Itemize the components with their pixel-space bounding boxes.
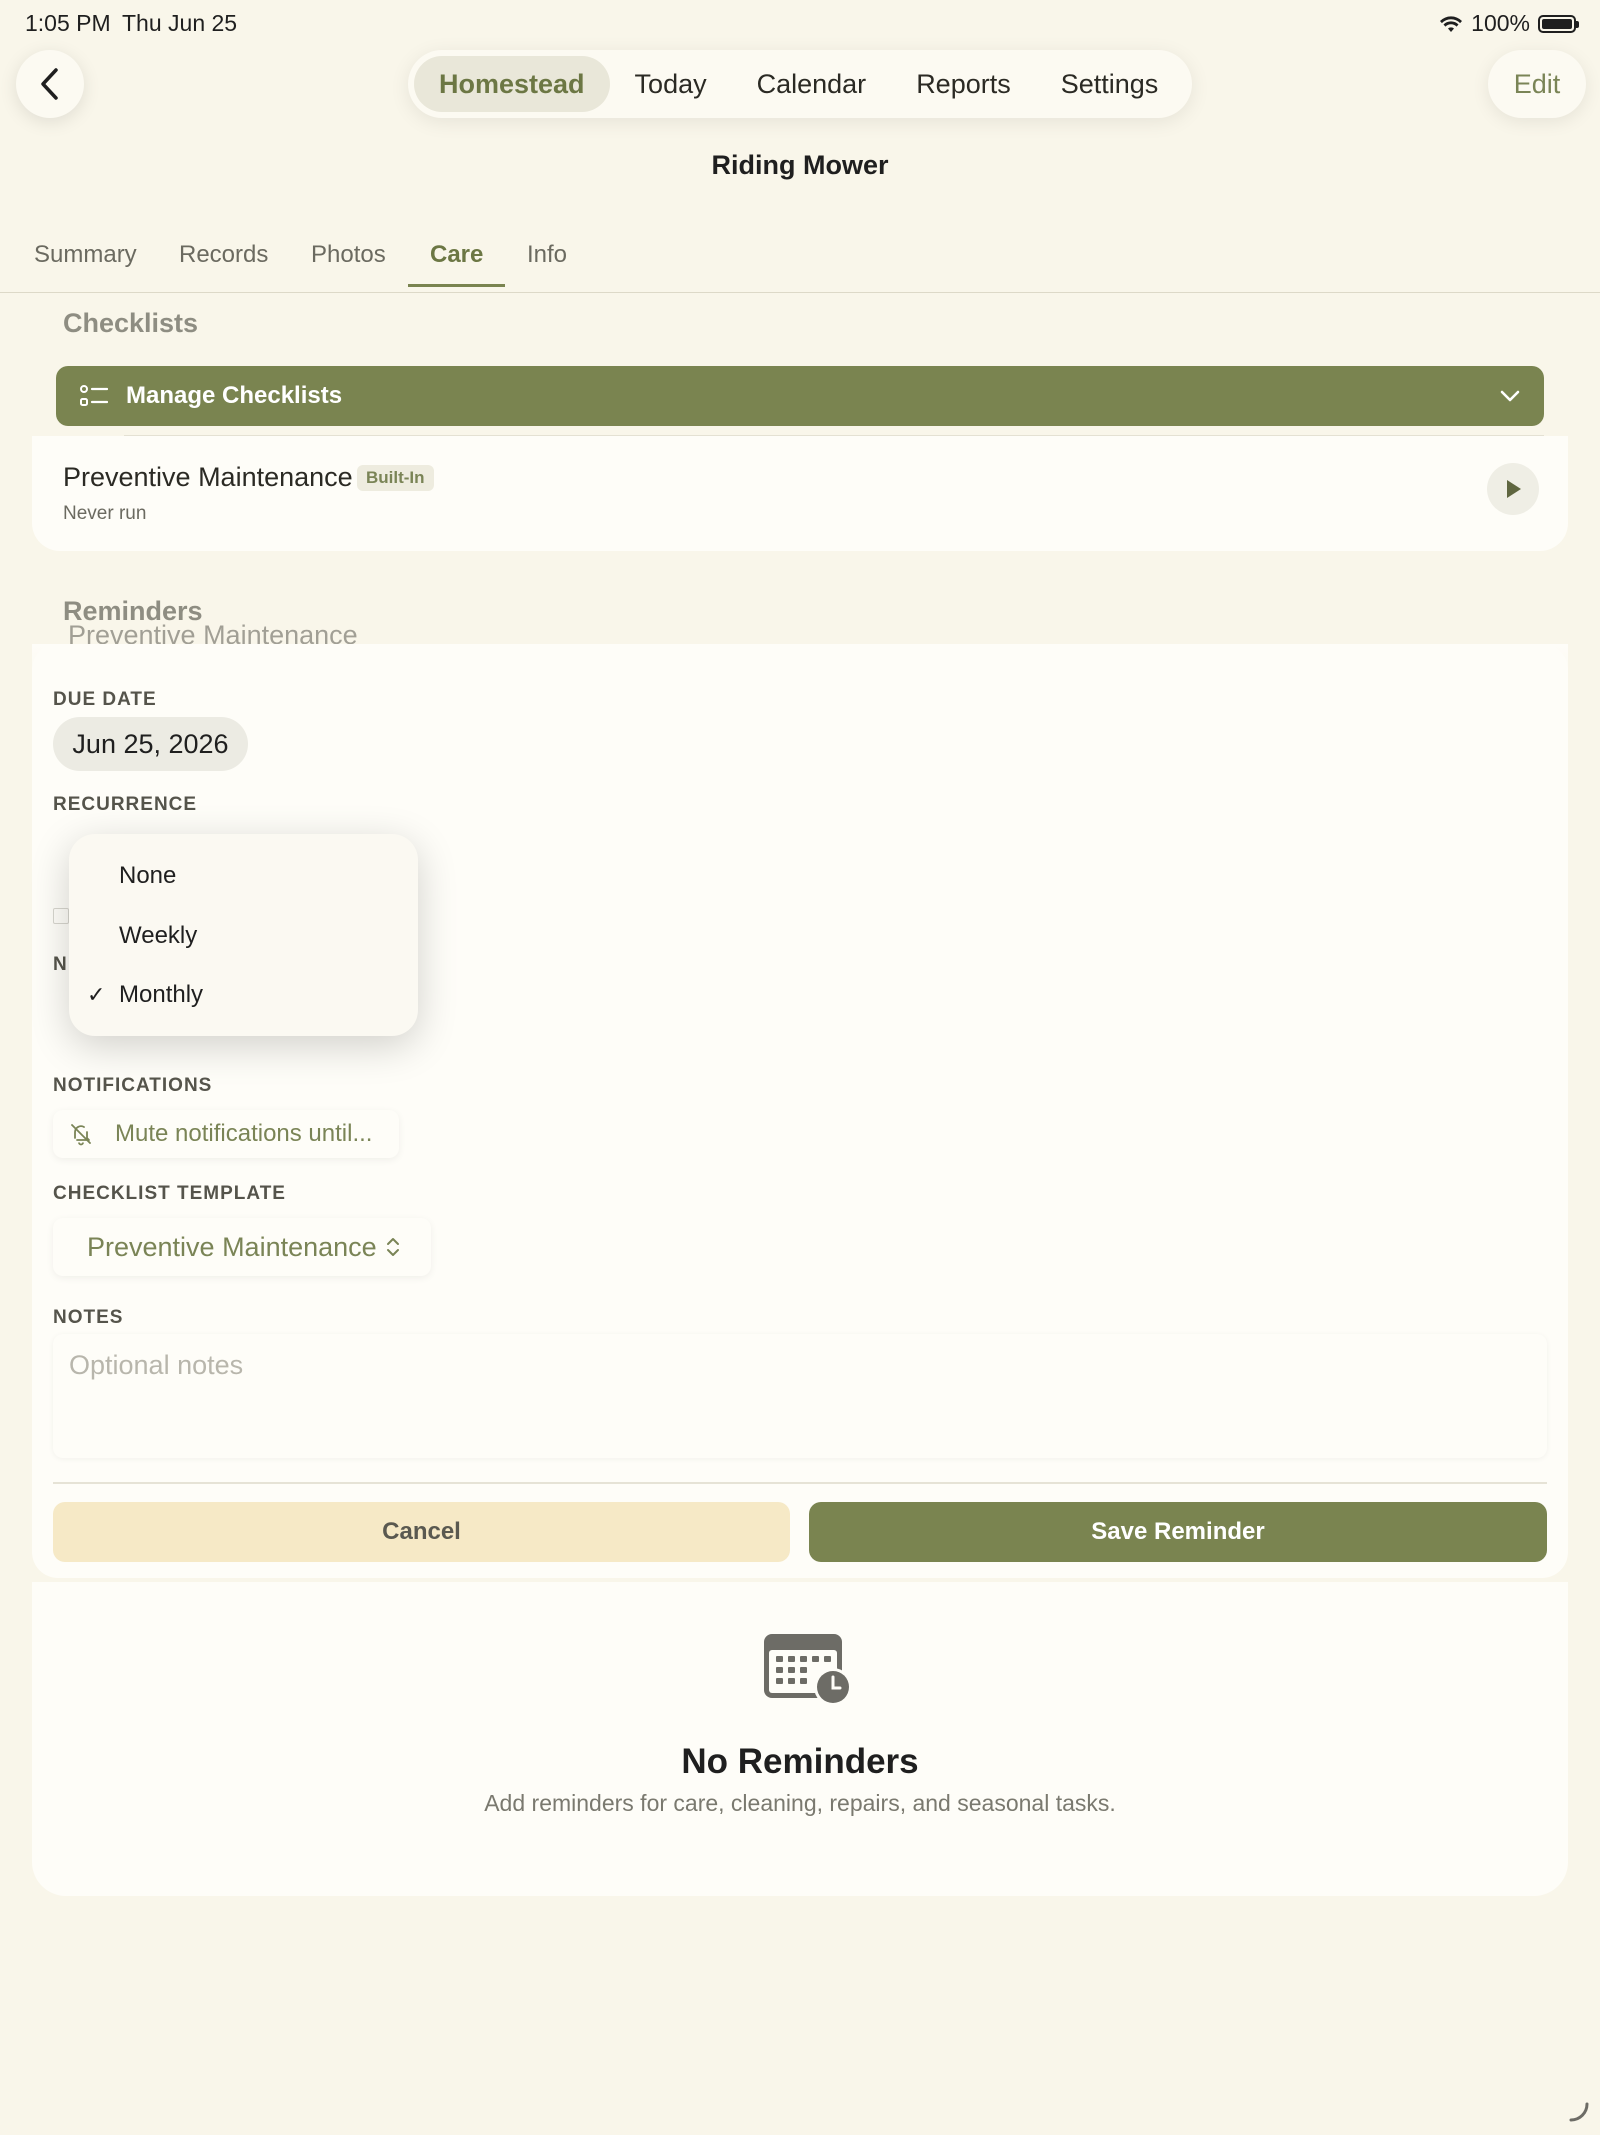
next-due-label: N [53, 954, 68, 975]
recurrence-option-monthly[interactable]: Monthly [119, 981, 203, 1009]
recurrence-dropdown: None Weekly ✓ Monthly [69, 834, 418, 1036]
built-in-badge: Built-In [357, 465, 434, 491]
due-date-picker[interactable]: Jun 25, 2026 [53, 717, 248, 771]
checklist-icon [80, 385, 108, 406]
nav-reports[interactable]: Reports [891, 56, 1036, 112]
chevron-left-icon [41, 68, 58, 100]
empty-state-title: No Reminders [681, 1742, 919, 1781]
toggle-icon [53, 908, 69, 924]
mute-notifications-button[interactable]: Mute notifications until... [53, 1110, 399, 1158]
nav-homestead[interactable]: Homestead [414, 56, 610, 112]
sub-tabs: Summary Records Photos Care Info [0, 240, 1600, 293]
recurrence-label: RECURRENCE [53, 794, 198, 815]
manage-checklists-button[interactable]: Manage Checklists [56, 366, 1544, 426]
checklist-template-label: CHECKLIST TEMPLATE [53, 1183, 286, 1204]
due-date-label: DUE DATE [53, 689, 157, 710]
edit-button[interactable]: Edit [1488, 50, 1586, 118]
run-checklist-button[interactable] [1487, 463, 1539, 515]
tab-summary[interactable]: Summary [34, 240, 137, 290]
divider [124, 435, 1544, 436]
notes-label: NOTES [53, 1307, 124, 1328]
manage-checklists-label: Manage Checklists [126, 382, 343, 409]
tab-info[interactable]: Info [527, 240, 567, 290]
checklist-item-title[interactable]: Preventive Maintenance [63, 462, 353, 493]
nav-calendar[interactable]: Calendar [732, 56, 892, 112]
tab-care[interactable]: Care [430, 240, 483, 290]
checklist-template-picker[interactable]: Preventive Maintenance [53, 1218, 431, 1276]
battery-icon [1538, 14, 1579, 33]
scroll-fade [32, 644, 1568, 670]
nav-settings[interactable]: Settings [1036, 56, 1184, 112]
back-button[interactable] [16, 50, 84, 118]
checklists-heading: Checklists [63, 308, 199, 338]
battery-percent: 100% [1471, 10, 1530, 36]
wifi-icon [1440, 15, 1463, 32]
chevron-up-down-icon [386, 1238, 399, 1256]
empty-reminders-card [32, 1582, 1568, 1896]
page-title: Riding Mower [711, 150, 889, 180]
active-tab-indicator [408, 284, 505, 287]
notes-placeholder: Optional notes [69, 1350, 244, 1380]
divider [53, 1482, 1547, 1484]
status-indicators: 100% [1439, 10, 1579, 37]
cancel-button[interactable]: Cancel [53, 1502, 790, 1562]
checklist-card [32, 436, 1568, 551]
save-reminder-button[interactable]: Save Reminder [809, 1502, 1547, 1562]
checklist-template-value: Preventive Maintenance [87, 1231, 377, 1262]
bell-slash-icon [71, 1124, 91, 1146]
status-date: Thu Jun 25 [122, 10, 238, 36]
tab-records[interactable]: Records [179, 240, 268, 290]
empty-state-subtitle: Add reminders for care, cleaning, repair… [484, 1790, 1116, 1816]
chevron-down-icon [1500, 390, 1520, 402]
calendar-clock-icon [762, 1632, 854, 1713]
recurrence-option-none[interactable]: None [119, 862, 176, 890]
mute-notifications-label: Mute notifications until... [115, 1120, 373, 1147]
notifications-label: NOTIFICATIONS [53, 1075, 213, 1096]
notes-field[interactable] [53, 1334, 1547, 1458]
status-time: 1:05 PM [25, 10, 111, 36]
nav-today[interactable]: Today [610, 56, 732, 112]
tab-photos[interactable]: Photos [311, 240, 386, 290]
recurrence-option-weekly[interactable]: Weekly [119, 922, 197, 950]
play-icon [1507, 480, 1521, 498]
checklist-item-status: Never run [63, 503, 147, 524]
resize-handle-icon[interactable] [1567, 2100, 1591, 2129]
top-nav: Homestead Today Calendar Reports Setting… [408, 50, 1192, 118]
checkmark-icon: ✓ [87, 982, 106, 1007]
